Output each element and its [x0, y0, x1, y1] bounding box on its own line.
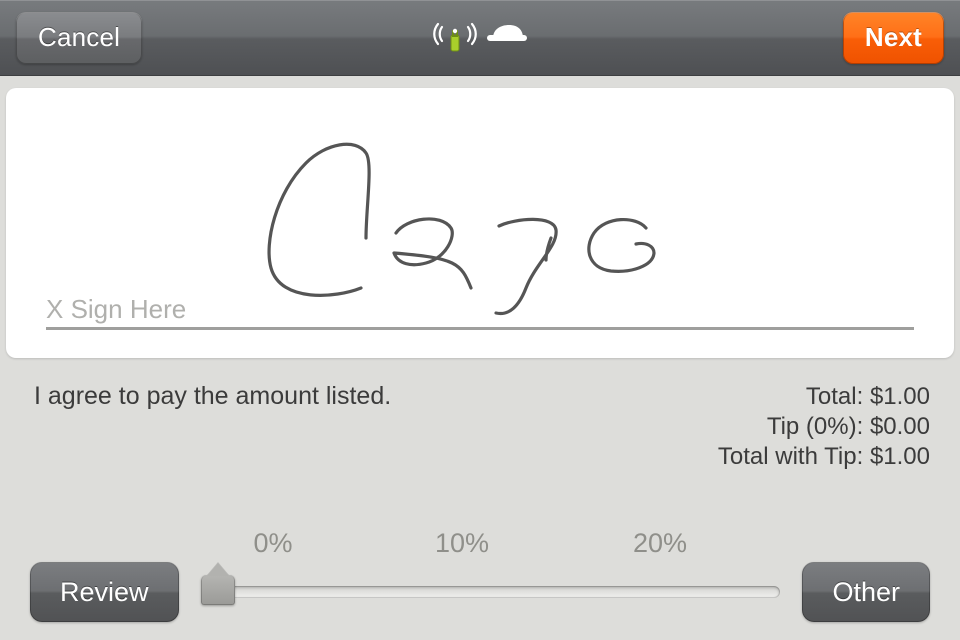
- topbar-status-icons: [433, 21, 527, 55]
- signature-placeholder: X Sign Here: [46, 294, 914, 325]
- wireless-icon: [433, 21, 477, 55]
- signature-line: [46, 327, 914, 330]
- tip-slider-thumb[interactable]: [201, 575, 235, 605]
- tip-option-0: 0%: [253, 528, 292, 559]
- cancel-button[interactable]: Cancel: [16, 12, 142, 64]
- tip-percent-labels: 0% 10% 20%: [30, 528, 930, 562]
- total-with-tip-line: Total with Tip: $1.00: [718, 442, 930, 472]
- content-area: X Sign Here I agree to pay the amount li…: [0, 76, 960, 472]
- totals-block: Total: $1.00 Tip (0%): $0.00 Total with …: [718, 382, 930, 472]
- tip-slider-track: [201, 586, 781, 598]
- tip-line: Tip (0%): $0.00: [718, 412, 930, 442]
- tip-row: 0% 10% 20% Review Other: [0, 528, 960, 630]
- agreement-text: I agree to pay the amount listed.: [34, 382, 391, 411]
- summary-row: I agree to pay the amount listed. Total:…: [0, 358, 960, 472]
- review-button[interactable]: Review: [30, 562, 179, 622]
- topbar: Cancel Next: [0, 0, 960, 76]
- total-line: Total: $1.00: [718, 382, 930, 412]
- next-button[interactable]: Next: [843, 12, 944, 64]
- tip-option-20: 20%: [633, 528, 687, 559]
- other-tip-button[interactable]: Other: [802, 562, 930, 622]
- card-reader-icon: [487, 23, 527, 53]
- tip-slider[interactable]: [201, 574, 781, 610]
- tip-option-10: 10%: [435, 528, 489, 559]
- signature-panel[interactable]: X Sign Here: [6, 88, 954, 358]
